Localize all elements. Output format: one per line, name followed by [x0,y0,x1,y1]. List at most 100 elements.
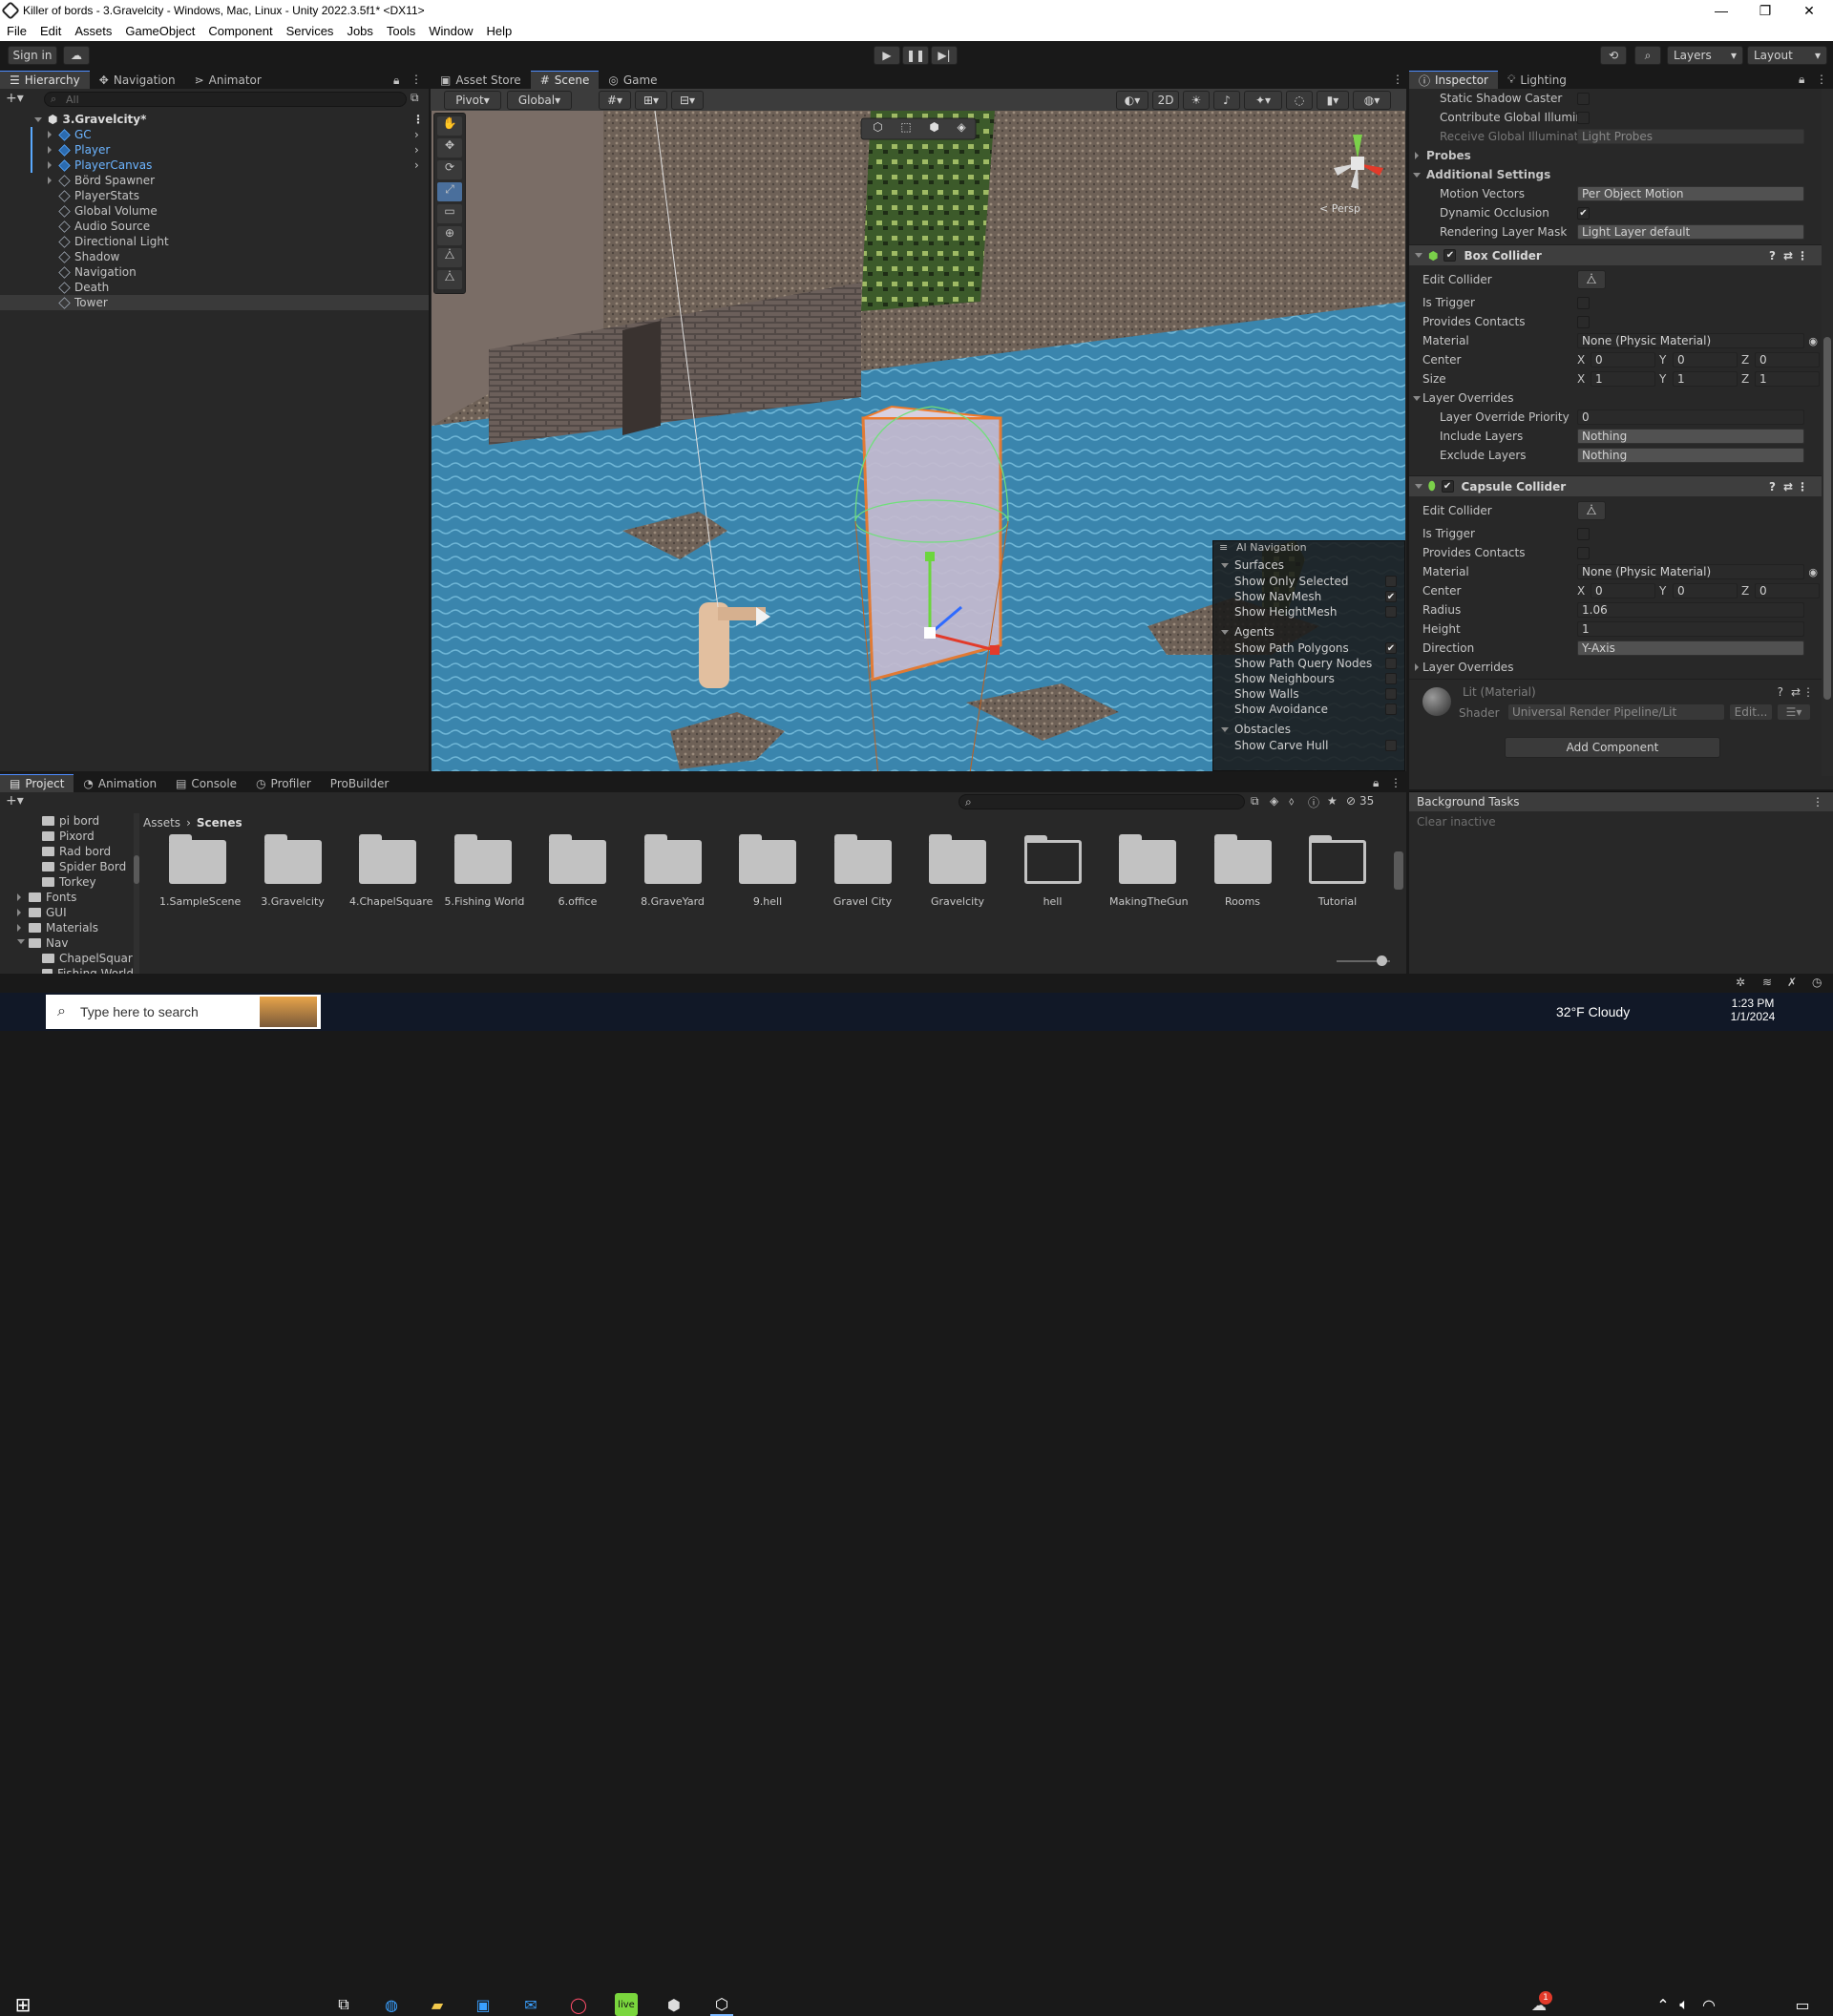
folder-item[interactable]: 1.SampleScene [159,834,241,908]
orientation-gizmo[interactable] [1324,130,1391,197]
preset-icon[interactable]: ⇄ [1791,685,1801,699]
play-button[interactable]: ▶ [874,46,900,65]
pivot-dropdown[interactable]: Pivot ▾ [444,91,501,110]
tab-animation[interactable]: ◔ Animation [74,774,166,792]
layer-overrides-foldout[interactable]: Layer Overrides [1409,388,1822,408]
folder-item[interactable]: MakingTheGun [1109,834,1189,908]
volume-icon[interactable]: 🔈︎ [1673,1993,1696,2016]
object-picker-icon[interactable]: ◉ [1808,335,1818,347]
camera-settings-icon[interactable]: ▮▾ [1317,91,1349,110]
effects-dropdown-icon[interactable]: ✦▾ [1244,91,1282,110]
tab-game[interactable]: ◎ Game [599,71,666,89]
expand-arrow-icon[interactable] [17,924,21,932]
size-y-input[interactable]: 1 [1673,371,1738,387]
project-tree-item[interactable]: pi bord [0,813,134,829]
folder-item[interactable]: Gravel City [825,834,901,908]
axis-gizmo-graphic[interactable] [1324,130,1391,197]
info-filter-icon[interactable]: ⓘ [1308,794,1319,810]
grid-scrollbar[interactable] [1394,834,1403,956]
minimize-button[interactable]: — [1699,0,1743,21]
clock[interactable]: 1:23 PM 1/1/2024 [1726,997,1780,1023]
tree-scroll-thumb[interactable] [134,855,139,884]
center-y-input[interactable]: 0 [1673,352,1738,368]
history-icon[interactable]: ⟲ [1600,46,1627,65]
sign-in-button[interactable]: Sign in [8,46,57,65]
layout-dropdown[interactable]: Layout ▾ [1747,46,1827,65]
lock-icon[interactable]: 🔒︎ [1373,776,1379,790]
opera-browser-icon[interactable]: ◯ [567,1993,590,2016]
include-layers-dropdown[interactable]: Nothing [1577,429,1804,444]
taskbar-search-input[interactable]: ⌕ Type here to search [46,995,321,1029]
step-button[interactable]: ▶| [931,46,958,65]
folder-item[interactable]: 3.Gravelcity [255,834,331,908]
tab-animator[interactable]: ⋗ Animator [185,71,271,89]
project-tree-item[interactable]: Rad bord [0,844,134,859]
project-tree-item[interactable]: ChapelSquar [0,951,134,966]
radius-input[interactable]: 1.06 [1577,602,1804,618]
preset-icon[interactable]: ⇄ [1783,249,1793,262]
project-tree-item[interactable]: GUI [0,905,134,920]
move-tool-icon[interactable]: ✥ [437,138,462,158]
grid-scroll-thumb[interactable] [1394,851,1403,890]
menu-assets[interactable]: Assets [68,24,118,38]
search-by-type-icon[interactable]: ⧉ [1251,794,1259,808]
ai-navigation-title[interactable]: ≡ AI Navigation [1213,541,1404,556]
project-tree-item[interactable]: Fonts [0,890,134,905]
center-z-input[interactable]: 0 [1755,352,1820,368]
static-shadow-checkbox[interactable] [1577,92,1590,105]
menu-services[interactable]: Services [280,24,341,38]
expand-arrow-icon[interactable] [48,146,52,154]
contribute-gi-checkbox[interactable] [1577,111,1590,124]
material-object-field[interactable]: None (Physic Material) [1577,564,1804,579]
kebab-menu-icon[interactable]: ⋮ [1812,795,1823,808]
material-object-field[interactable]: None (Physic Material) [1577,333,1804,348]
tab-inspector[interactable]: ⓘ Inspector [1409,71,1498,89]
lock-icon[interactable]: 🔒︎ [393,74,399,88]
notifications-icon[interactable]: ▭ [1791,1993,1814,2016]
hierarchy-item[interactable]: Death [0,280,429,295]
snap-increment-icon[interactable]: ⊟▾ [671,91,704,110]
cube-view-icon[interactable]: ⬡ [873,120,882,137]
edit-collider-button[interactable]: ⧊ [1577,501,1606,520]
clear-inactive-button[interactable]: Clear inactive [1409,811,1833,832]
folder-item[interactable]: 8.GraveYard [635,834,711,908]
tab-project[interactable]: ▤ Project [0,774,74,792]
favorite-star-icon[interactable]: ★ [1327,794,1338,808]
scene-viewport[interactable]: ✋ ✥ ⟳ ⤢ ▭ ⊕ ⧊ ⧊ ⬡ ⬚ ⬢ ◈ < Persp ≡ AI Nav… [432,111,1405,771]
layers-dropdown[interactable]: Layers ▾ [1667,46,1743,65]
expand-arrow-icon[interactable] [17,909,21,916]
ai-nav-section-header[interactable]: Surfaces [1213,556,1404,574]
expand-arrow-icon[interactable] [17,893,21,901]
unity-hub-icon[interactable]: ⬢ [663,1993,685,2016]
hidden-packages-icon[interactable]: ⊘ [1346,794,1356,808]
scene-debug-icon[interactable]: ✲ [1736,976,1745,989]
expand-arrow-icon[interactable] [1221,726,1229,732]
perspective-label[interactable]: < Persp [1319,202,1360,215]
bug-icon[interactable]: ✗ [1787,976,1797,989]
option-checkbox[interactable]: ✔ [1385,642,1397,654]
expand-arrow-icon[interactable] [48,161,52,169]
wifi-icon[interactable]: ◠ [1697,1993,1720,2016]
exclude-layers-dropdown[interactable]: Nothing [1577,448,1804,463]
project-tree-item[interactable]: Torkey [0,874,134,890]
direction-dropdown[interactable]: Y-Axis [1577,640,1804,656]
center-y-input[interactable]: 0 [1673,583,1738,598]
open-prefab-chevron-icon[interactable]: › [414,128,419,141]
grid-snap-icon[interactable]: #▾ [599,91,631,110]
file-explorer-icon[interactable]: ▰ [426,1993,449,2016]
kebab-menu-icon[interactable]: ⋮ [1797,249,1808,262]
shader-dropdown[interactable]: Universal Render Pipeline/Lit [1508,704,1724,720]
kebab-menu-icon[interactable]: ⋮ [1390,776,1401,789]
motion-vectors-dropdown[interactable]: Per Object Motion [1577,186,1804,201]
project-tree-item[interactable]: Nav [0,935,134,951]
drag-handle-icon[interactable]: ≡ [1219,541,1228,554]
add-component-button[interactable]: Add Component [1505,737,1720,758]
provides-contacts-checkbox[interactable] [1577,546,1590,559]
expand-arrow-icon[interactable] [1413,395,1421,401]
help-icon[interactable]: ? [1769,480,1776,494]
hierarchy-item[interactable]: GC › [0,127,429,142]
mesh-view-icon[interactable]: ⬢ [929,120,938,137]
folder-item[interactable]: 5.Fishing World [445,834,524,908]
2d-toggle-button[interactable]: 2D [1152,91,1179,110]
folder-item[interactable]: Tutorial [1299,835,1376,908]
